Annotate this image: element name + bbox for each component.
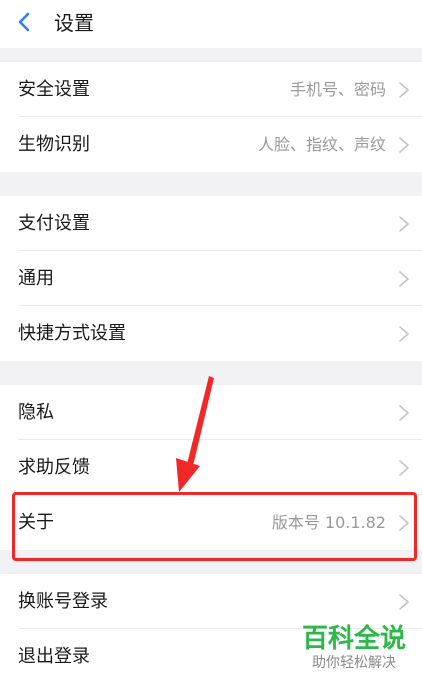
annotation-arrow-icon — [176, 376, 214, 492]
watermark-title: 百科全说 — [301, 624, 406, 654]
watermark-logo: 百科全说 助你轻松解决 — [296, 624, 412, 674]
watermark-subtitle: 助你轻松解决 — [312, 655, 396, 671]
